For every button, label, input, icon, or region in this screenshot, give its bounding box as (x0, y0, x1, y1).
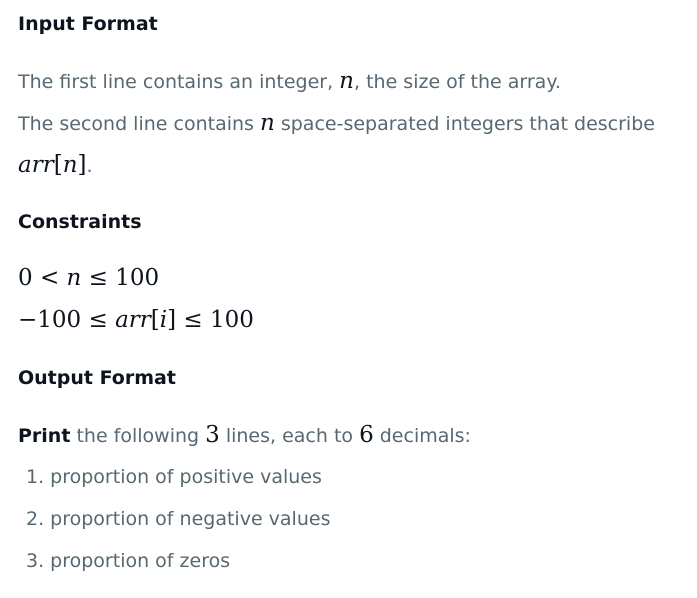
output-format-heading: Output Format (18, 367, 176, 389)
list-item: 1. proportion of positive values (26, 466, 322, 488)
constraint-1: 0 < n ≤ 100 (18, 265, 160, 291)
list-item: 2. proportion of negative values (26, 508, 331, 530)
var-n-1: n (339, 68, 354, 94)
line-2-text-pre: The second line contains (18, 113, 260, 135)
line-2-text-post: space-separated integers that describe (274, 113, 655, 135)
line-1-text-post: , the size of the array. (354, 71, 561, 93)
print-keyword: Print (18, 425, 71, 447)
input-format-line-1: The first line contains an integer, n, t… (18, 67, 561, 96)
num-lines: 3 (205, 422, 220, 448)
num-decimals: 6 (359, 422, 374, 448)
input-format-line-2: The second line contains n space-separat… (18, 109, 655, 138)
arr-n-expression: arr[n] (18, 152, 87, 178)
line-1-text-pre: The first line contains an integer, (18, 71, 340, 93)
input-format-heading: Input Format (18, 13, 158, 35)
constraint-2: −100 ≤ arr[i] ≤ 100 (18, 307, 254, 333)
var-n-2: n (259, 110, 275, 136)
constraints-heading: Constraints (18, 211, 142, 233)
output-list: 1. proportion of positive values 2. prop… (26, 463, 330, 589)
line-3-period: . (86, 155, 93, 177)
list-item: 3. proportion of zeros (26, 550, 231, 572)
input-format-line-3: arr[n]. (18, 151, 93, 180)
output-format-description: Print the following 3 lines, each to 6 d… (18, 422, 471, 448)
